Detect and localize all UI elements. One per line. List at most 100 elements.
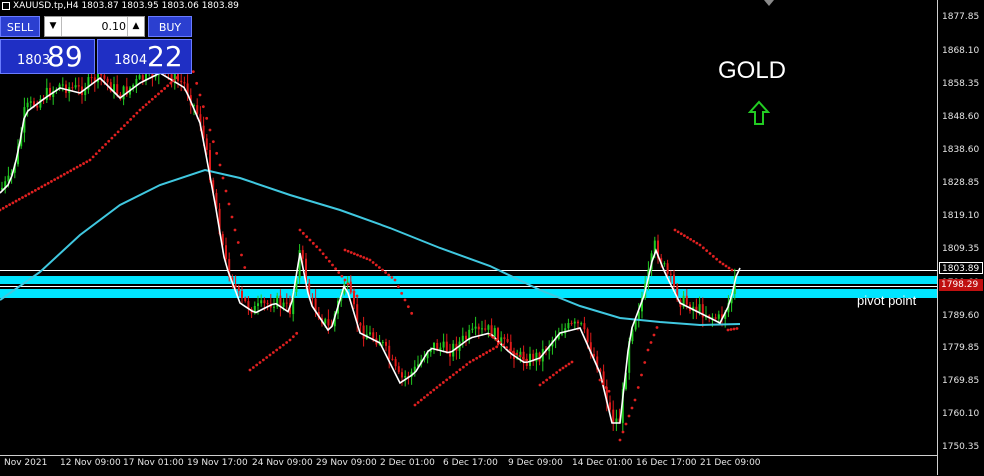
sar-dot bbox=[295, 331, 299, 335]
candle-body bbox=[397, 366, 400, 373]
sar-dot bbox=[119, 127, 123, 131]
sell-price-button[interactable]: 1803 89 bbox=[0, 39, 95, 74]
chart-area[interactable]: XAUUSD.tp,H4 1803.87 1803.95 1803.06 180… bbox=[0, 0, 937, 455]
sar-dot bbox=[627, 414, 631, 418]
sar-dot bbox=[416, 401, 420, 404]
candle-body bbox=[29, 101, 32, 103]
sar-dot bbox=[393, 278, 397, 282]
sar-dot bbox=[8, 203, 12, 207]
sar-dot bbox=[208, 128, 212, 132]
sell-button[interactable]: SELL bbox=[0, 16, 40, 37]
sar-dot bbox=[82, 162, 85, 165]
candle-body bbox=[257, 303, 259, 306]
sar-dot bbox=[271, 351, 275, 354]
sar-dot bbox=[46, 181, 50, 185]
time-tick-label: 12 Nov 09:00 bbox=[60, 458, 121, 468]
buy-button[interactable]: BUY bbox=[148, 16, 192, 37]
sar-dot bbox=[37, 187, 40, 190]
pivot-price-tag: 1798.29 bbox=[939, 279, 983, 291]
sar-dot bbox=[53, 178, 57, 182]
sar-dot bbox=[116, 130, 120, 134]
sar-dot bbox=[126, 121, 129, 124]
lot-size-field[interactable]: ▼ 0.10 ▲ bbox=[44, 16, 145, 37]
slow-moving-average bbox=[0, 168, 741, 327]
candle-body bbox=[685, 295, 688, 305]
buy-price-button[interactable]: 1804 22 bbox=[97, 39, 192, 74]
sar-dot bbox=[160, 89, 163, 93]
sar-dot bbox=[698, 243, 702, 247]
sar-dot bbox=[40, 185, 44, 189]
price-tick-label: 1769.85 bbox=[942, 376, 980, 386]
sar-dot bbox=[491, 336, 495, 339]
sar-dot bbox=[515, 352, 519, 356]
window-icon bbox=[2, 1, 10, 10]
sar-dot bbox=[113, 133, 117, 137]
sar-dot bbox=[438, 383, 442, 387]
sar-dot bbox=[715, 257, 719, 261]
sar-dot bbox=[468, 360, 472, 364]
price-tick-label: 1828.85 bbox=[942, 178, 980, 188]
sar-dot bbox=[545, 378, 549, 382]
sar-dot bbox=[475, 356, 479, 360]
sar-dot bbox=[215, 151, 219, 155]
pivot-band-upper bbox=[0, 276, 937, 284]
sar-dot bbox=[30, 190, 34, 194]
candle-body bbox=[234, 284, 237, 288]
sar-dot bbox=[359, 254, 363, 258]
sar-dot bbox=[368, 258, 372, 262]
candle-body bbox=[301, 250, 304, 259]
price-axis[interactable]: 1877.85 1868.10 1858.35 1848.60 1838.60 1828.… bbox=[937, 0, 984, 475]
candle-body bbox=[273, 306, 275, 308]
sar-dot bbox=[377, 266, 381, 269]
sell-price-pips: 89 bbox=[47, 40, 83, 73]
candle-body bbox=[433, 342, 435, 349]
price-tick-label: 1760.10 bbox=[942, 409, 980, 419]
sar-dot bbox=[258, 361, 262, 364]
sar-dot bbox=[129, 117, 133, 121]
candle-body bbox=[663, 263, 666, 265]
sar-dot bbox=[88, 158, 92, 162]
sar-dot bbox=[132, 114, 136, 118]
buy-price-prefix: 1804 bbox=[114, 53, 148, 68]
sar-dot bbox=[243, 266, 247, 269]
candle-body bbox=[471, 328, 474, 330]
sar-dot bbox=[567, 362, 571, 366]
candle-body bbox=[612, 409, 615, 424]
sar-dot bbox=[21, 196, 24, 199]
candle-body bbox=[282, 302, 285, 307]
candle-body bbox=[138, 75, 141, 79]
candle-body bbox=[362, 325, 365, 339]
sar-dot bbox=[732, 327, 736, 331]
candle-body bbox=[77, 85, 80, 87]
time-axis[interactable]: Nov 2021 12 Nov 09:00 17 Nov 01:00 19 Nov 1… bbox=[0, 455, 937, 476]
lot-size-value[interactable]: 0.10 bbox=[63, 17, 127, 36]
sar-dot bbox=[24, 194, 28, 198]
sar-dot bbox=[308, 238, 312, 242]
sar-dot bbox=[240, 253, 243, 257]
sar-dot bbox=[201, 105, 205, 109]
sar-dot bbox=[230, 215, 234, 219]
sar-dot bbox=[205, 116, 209, 120]
sar-dot bbox=[135, 111, 139, 115]
sar-dot bbox=[384, 271, 388, 274]
sar-dot bbox=[343, 278, 347, 282]
sar-dot bbox=[471, 358, 475, 362]
sar-dot bbox=[75, 165, 79, 169]
sar-dot bbox=[624, 422, 628, 426]
sar-dot bbox=[649, 341, 653, 344]
sar-dot bbox=[601, 382, 605, 386]
sar-dot bbox=[349, 286, 353, 290]
sar-dot bbox=[56, 176, 60, 180]
time-tick-label: Nov 2021 bbox=[4, 458, 48, 468]
sar-dot bbox=[711, 254, 715, 258]
sar-dot bbox=[275, 348, 279, 352]
sar-dot bbox=[501, 343, 505, 347]
chart-shift-marker-icon[interactable] bbox=[764, 0, 774, 6]
lot-decrease-icon[interactable]: ▼ bbox=[45, 17, 62, 36]
parabolic-sar bbox=[0, 58, 739, 442]
sar-dot bbox=[727, 266, 731, 270]
sar-dot bbox=[511, 350, 515, 354]
candle-body bbox=[353, 292, 355, 305]
candle-body bbox=[580, 323, 583, 325]
lot-increase-icon[interactable]: ▲ bbox=[127, 17, 144, 36]
